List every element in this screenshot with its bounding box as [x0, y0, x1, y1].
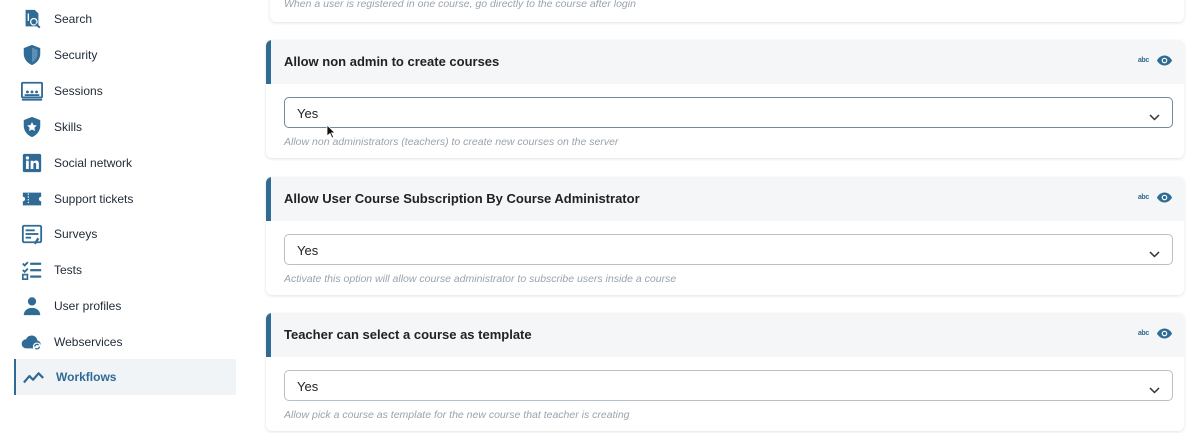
sidebar-item-sessions[interactable]: Sessions — [14, 73, 236, 109]
setting-description: Activate this option will allow course a… — [284, 273, 677, 285]
chevron-down-icon — [1149, 381, 1160, 399]
sidebar-item-label: Security — [54, 48, 98, 62]
sidebar-item-search[interactable]: Search — [14, 1, 236, 37]
setting-title: Teacher can select a course as template — [284, 327, 532, 342]
chevron-down-icon — [1149, 108, 1160, 126]
sidebar-item-label: Webservices — [54, 335, 123, 349]
sidebar-item-support-tickets[interactable]: Support tickets — [14, 181, 236, 217]
sidebar-item-webservices[interactable]: Webservices — [14, 324, 236, 360]
setting-description: When a user is registered in one course,… — [284, 0, 636, 10]
abc-icon[interactable]: abc — [1138, 57, 1149, 64]
sidebar-item-label: Skills — [54, 120, 83, 134]
sidebar-item-social-network[interactable]: Social network — [14, 145, 236, 181]
checklist-icon — [20, 258, 44, 282]
search-icon — [20, 7, 44, 31]
sidebar-item-label: Sessions — [54, 84, 103, 98]
sidebar-item-tests[interactable]: Tests — [14, 252, 236, 288]
eye-icon[interactable] — [1157, 328, 1172, 339]
cloud-sync-icon — [20, 330, 44, 354]
user-icon — [20, 294, 44, 318]
select-value: Yes — [297, 379, 319, 394]
ticket-icon — [20, 187, 44, 211]
trend-line-icon — [22, 365, 46, 389]
setting-card-partial: When a user is registered in one course,… — [270, 0, 1184, 22]
chevron-down-icon — [1149, 245, 1160, 263]
survey-icon — [20, 222, 44, 246]
abc-icon[interactable]: abc — [1138, 194, 1149, 201]
setting-title: Allow non admin to create courses — [284, 54, 500, 69]
mouse-cursor-icon — [326, 124, 336, 144]
setting-description: Allow pick a course as template for the … — [284, 409, 630, 421]
sidebar-item-label: Support tickets — [54, 192, 134, 206]
sessions-icon — [20, 79, 44, 103]
select-value: Yes — [297, 243, 319, 258]
abc-icon[interactable]: abc — [1138, 330, 1149, 337]
sidebar-item-user-profiles[interactable]: User profiles — [14, 288, 236, 324]
sidebar-item-security[interactable]: Security — [14, 37, 236, 73]
setting-card-header: Teacher can select a course as template … — [266, 313, 1184, 357]
sidebar-item-label: Search — [54, 12, 93, 26]
setting-select[interactable]: Yes — [284, 370, 1173, 401]
eye-icon[interactable] — [1157, 192, 1172, 203]
sidebar-item-label: Tests — [54, 263, 83, 277]
eye-icon[interactable] — [1157, 55, 1172, 66]
star-shield-icon — [20, 115, 44, 139]
select-value: Yes — [297, 106, 319, 121]
sidebar-item-label: Workflows — [56, 370, 117, 384]
settings-panel: When a user is registered in one course,… — [266, 0, 1186, 433]
setting-select[interactable]: Yes — [284, 97, 1173, 128]
shield-icon — [20, 43, 44, 67]
setting-card: Allow User Course Subscription By Course… — [266, 177, 1184, 295]
linkedin-icon — [20, 151, 44, 175]
sidebar-item-label: Social network — [54, 156, 133, 170]
setting-card: Allow non admin to create courses abc Ye… — [266, 40, 1184, 158]
setting-card-header: Allow non admin to create courses abc — [266, 40, 1184, 84]
sidebar-item-label: Surveys — [54, 227, 98, 241]
setting-title: Allow User Course Subscription By Course… — [284, 191, 640, 206]
sidebar-item-surveys[interactable]: Surveys — [14, 216, 236, 252]
sidebar: Search Security Sessions Skills Social n… — [0, 0, 250, 433]
sidebar-item-label: User profiles — [54, 299, 122, 313]
setting-card: Teacher can select a course as template … — [266, 313, 1184, 431]
setting-card-header: Allow User Course Subscription By Course… — [266, 177, 1184, 221]
setting-select[interactable]: Yes — [284, 234, 1173, 265]
sidebar-item-workflows[interactable]: Workflows — [14, 359, 236, 395]
sidebar-item-skills[interactable]: Skills — [14, 109, 236, 145]
